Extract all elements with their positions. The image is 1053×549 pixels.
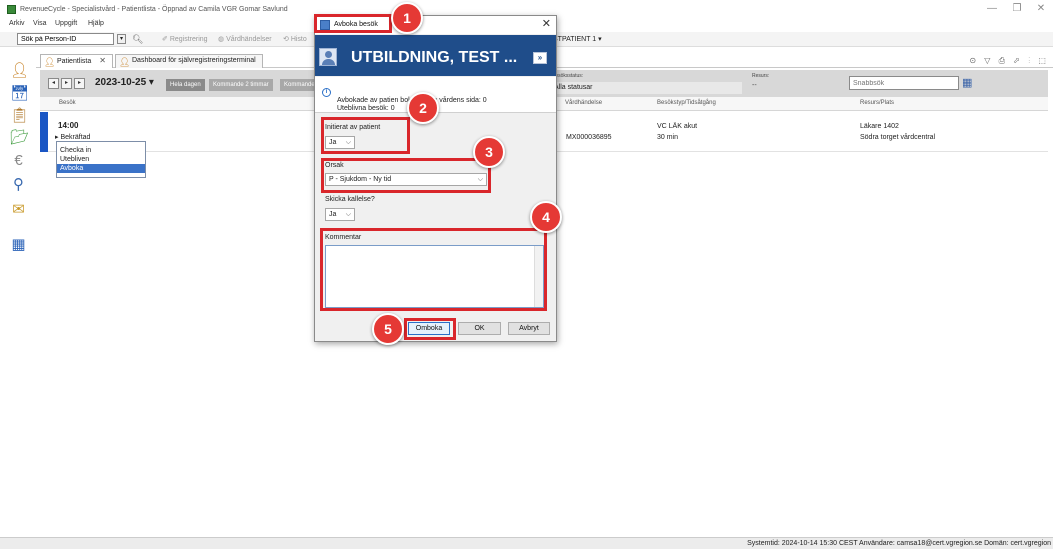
list-tools[interactable]: ⊙ ▽ ⎙ ⬀ ⫶ ⬚ [969,56,1049,66]
care-event-icon: ◍ [218,36,227,43]
info-icon: i [322,88,331,97]
menu-item-avboka[interactable]: Avboka [57,164,145,173]
tab-patientlista[interactable]: 👤︎ Patientlista ✕ [40,54,113,68]
menu-arkiv[interactable]: Arkiv [9,20,25,27]
historik-button[interactable]: ⟲ Histo [283,35,307,43]
kommande-2-timmar-button[interactable]: Kommande 2 timmar [209,79,273,91]
menu-uppgift[interactable]: Uppgift [55,20,77,27]
col-resurs[interactable]: Resurs/Plats [860,100,894,106]
close-tab-icon[interactable]: ✕ [99,56,106,65]
search-dropdown-button[interactable]: ▾ [117,34,126,44]
app-logo-icon [7,5,16,14]
maximize-button[interactable]: ❐ [1007,2,1027,16]
menu-hjalp[interactable]: Hjälp [88,20,104,27]
system-info: Systemtid: 2024-10-14 15:30 CEST Använda… [747,540,1051,547]
quick-search-icon[interactable]: ▦ [962,76,972,89]
register-icon[interactable]: 📂︎ [10,129,29,146]
calendar-icon[interactable]: 📅︎ [10,85,29,102]
highlight-kommentar [320,228,547,311]
close-window-button[interactable]: ✕ [1031,2,1051,16]
kommande-button[interactable]: Kommande [280,79,319,91]
status-bar: Systemtid: 2024-10-14 15:30 CEST Använda… [0,537,1053,549]
col-besokstyp[interactable]: Besökstyp/Tidsåtgång [657,100,716,106]
apps-icon[interactable]: ▦ [10,236,27,253]
visit-status[interactable]: ▸ Bekräftad [55,133,90,141]
date-picker[interactable]: 2023-10-25 ▾ [95,77,154,88]
ok-button[interactable]: OK [458,322,501,335]
money-icon[interactable]: € [10,152,27,169]
history-icon: ⟲ [283,36,291,43]
plats-cell: Södra torget vårdcentral [860,134,936,141]
kallelse-label: Skicka kallelse? [325,196,375,203]
avatar [319,48,337,66]
vardhandelser-button[interactable]: ◍ Vårdhändelser [218,35,272,43]
kallelse-select[interactable]: Ja ⌵ [325,208,355,221]
callout-badge-1: 1 [391,2,423,34]
menu-item-checka-in[interactable]: Checka in [57,146,145,155]
snabbsok-input[interactable] [849,76,959,90]
highlight-omboka [404,318,456,340]
left-icon-bar: 👤︎ 📅︎ 📋︎ 📂︎ € ⚲ ✉ ▦ [0,52,36,549]
registrering-button[interactable]: ✐ Registrering [162,35,208,43]
callout-badge-5: 5 [372,313,404,345]
registration-icon: ✐ [162,36,170,43]
dashboard-icon: 👤︎ [119,57,131,67]
vardhandelser-label: Vårdhändelser [226,36,272,43]
prev-day-button[interactable]: ▸ [61,78,72,89]
callout-badge-3: 3 [473,136,505,168]
status-context-menu: Checka in Utebliven Avboka [56,141,146,178]
patient-list-icon[interactable]: 👤︎ [10,62,29,79]
person-id-search-input[interactable] [17,33,114,45]
clipboard-icon[interactable]: 📋︎ [10,107,29,124]
col-vardhandelse[interactable]: Vårdhändelse [565,100,602,106]
historik-label: Histo [290,36,307,43]
resurs-cell: Läkare 1402 [860,123,899,130]
message-icon[interactable]: ✉ [10,201,27,218]
patient-menu[interactable]: STPATIENT 1 ▾ [553,35,602,43]
close-icon[interactable]: ✕ [542,18,551,31]
avbryt-button[interactable]: Avbryt [508,322,550,335]
visit-time: 14:00 [58,121,79,130]
expand-patient-button[interactable]: » [533,52,547,64]
highlight-dialog-title [314,14,392,33]
highlight-orsak [321,158,491,193]
besokstyp-cell: VC LÄK akut [657,123,698,130]
window-title: RevenueCycle - Specialistvård - Patientl… [20,6,288,13]
patient-icon: 👤︎ [44,57,56,67]
kallelse-value: Ja [329,211,337,218]
callout-badge-2: 2 [407,92,439,124]
highlight-initierat [321,117,410,154]
menu-item-utebliven[interactable]: Utebliven [57,155,145,164]
registrering-label: Registrering [169,36,208,43]
status-filter-select[interactable]: Alla statusar [552,82,742,94]
col-besok[interactable]: Besök [59,100,76,106]
chevron-down-icon: ⌵ [345,211,351,218]
info-noshow-count: Uteblivna besök: 0 [337,105,395,112]
callout-badge-4: 4 [530,201,562,233]
resurs-filter-value[interactable]: -- [752,82,757,89]
tab-dashboard[interactable]: 👤︎ Dashboard för självregistreringstermi… [115,54,263,68]
patient-header: UTBILDNING, TEST ... » [315,35,556,76]
first-day-button[interactable]: ◂ [48,78,59,89]
tab-dashboard-label: Dashboard för självregistreringsterminal [132,57,256,64]
search-icon[interactable]: 🔍︎ [132,34,143,44]
row-selected-marker [40,112,48,152]
hela-dagen-button[interactable]: Hela dagen [166,79,205,91]
tab-patientlista-label: Patientlista [57,58,92,65]
search-patient-icon[interactable]: ⚲ [10,176,27,193]
vardhandelse-cell: MX000036895 [566,134,612,141]
minimize-button[interactable]: — [982,2,1002,16]
next-day-button[interactable]: ▸ [74,78,85,89]
menu-visa[interactable]: Visa [33,20,47,27]
tidsatgang-cell: 30 min [657,134,679,141]
resurs-filter-label: Resurs: [752,73,770,79]
patient-name: UTBILDNING, TEST ... [351,49,518,66]
